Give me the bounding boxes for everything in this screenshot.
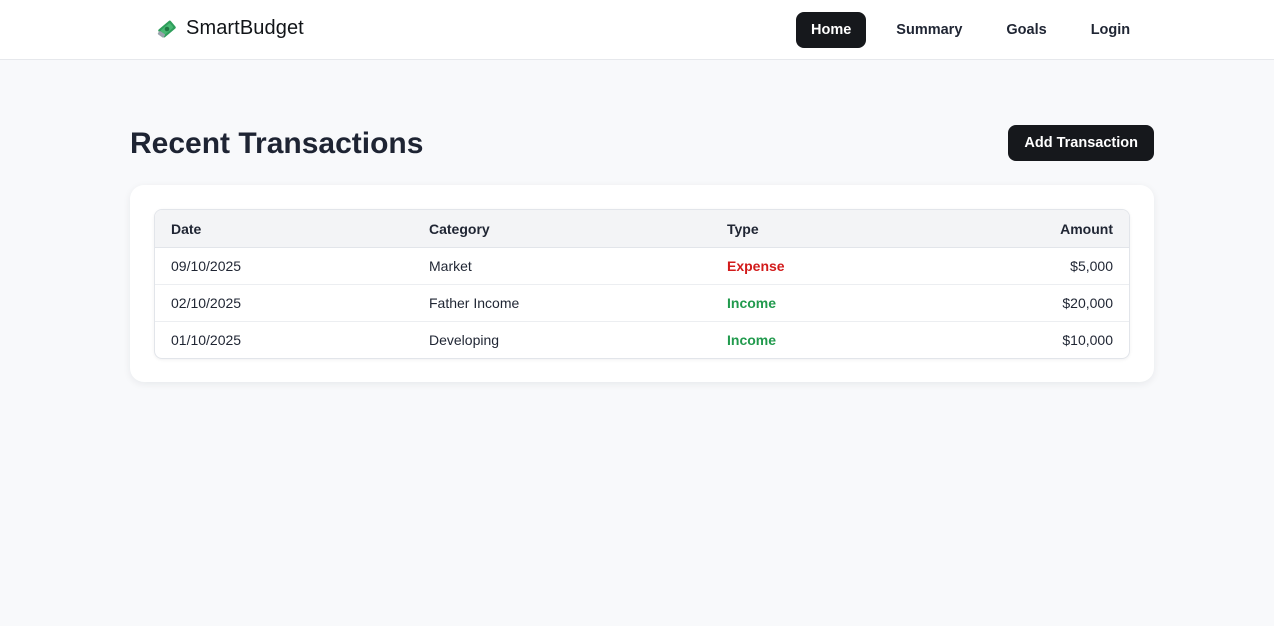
nav-summary[interactable]: Summary — [882, 12, 976, 48]
transactions-table-wrapper: Date Category Type Amount 09/10/2025 Mar… — [154, 209, 1130, 359]
page-header: Recent Transactions Add Transaction — [130, 125, 1154, 161]
brand[interactable]: SmartBudget — [156, 17, 304, 40]
table-row[interactable]: 09/10/2025 Market Expense $5,000 — [155, 247, 1129, 285]
cell-amount: $5,000 — [943, 247, 1129, 285]
table-row[interactable]: 01/10/2025 Developing Income $10,000 — [155, 322, 1129, 359]
cell-date: 09/10/2025 — [155, 247, 413, 285]
add-transaction-button[interactable]: Add Transaction — [1008, 125, 1154, 161]
cell-amount: $10,000 — [1062, 332, 1113, 348]
page-title: Recent Transactions — [130, 127, 424, 160]
header-amount: Amount — [943, 210, 1129, 248]
transactions-table: Date Category Type Amount 09/10/2025 Mar… — [155, 210, 1129, 358]
cell-category: Father Income — [413, 284, 711, 322]
cell-category: Market — [413, 247, 711, 285]
nav-goals[interactable]: Goals — [992, 12, 1060, 48]
cell-category: Developing — [429, 332, 500, 348]
transactions-card: Date Category Type Amount 09/10/2025 Mar… — [130, 185, 1154, 382]
cell-type: Income — [727, 332, 777, 348]
header-date: Date — [155, 210, 413, 248]
top-navbar: SmartBudget Home Summary Goals Login — [0, 0, 1274, 60]
money-bill-icon — [156, 18, 178, 40]
cell-date: 02/10/2025 — [155, 284, 413, 322]
table-row[interactable]: 02/10/2025 Father Income Income $20,000 — [155, 284, 1129, 322]
cell-amount: $20,000 — [943, 284, 1129, 322]
nav-login[interactable]: Login — [1077, 12, 1144, 48]
cell-type: Expense — [711, 247, 943, 285]
cell-type: Income — [711, 284, 943, 322]
cell-date: 01/10/2025 — [171, 332, 242, 348]
nav-home[interactable]: Home — [796, 12, 867, 48]
brand-name: SmartBudget — [186, 17, 304, 39]
header-type: Type — [711, 210, 943, 248]
header-category: Category — [413, 210, 711, 248]
header-row: Date Category Type Amount — [155, 210, 1129, 248]
table-body: 09/10/2025 Market Expense $5,000 02/10/2… — [155, 247, 1129, 359]
main-nav: Home Summary Goals Login — [796, 12, 1144, 48]
table-header: Date Category Type Amount — [155, 210, 1129, 248]
